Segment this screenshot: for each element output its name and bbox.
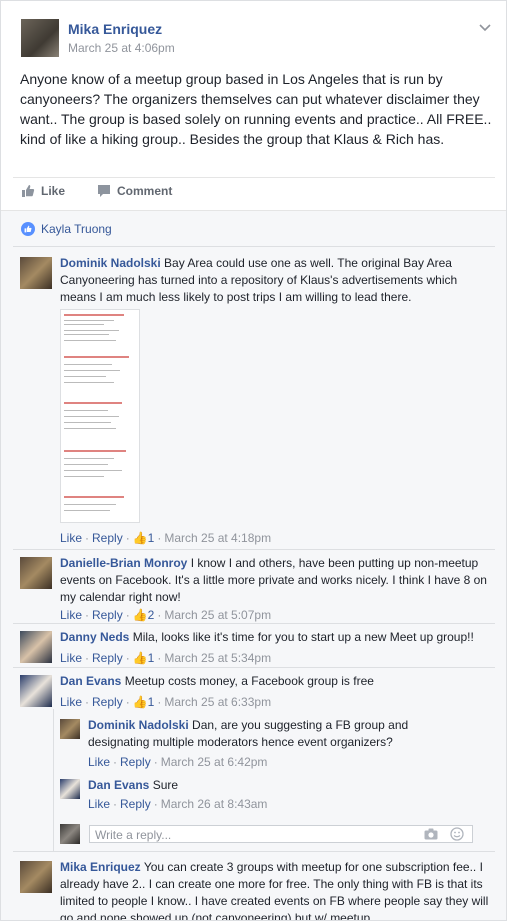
reply-body: Dan Evans Sure <box>88 777 448 794</box>
comment-meta: Like · Reply · 👍2 · March 25 at 5:07pm <box>60 608 272 622</box>
reply-reply-link[interactable]: Reply <box>120 755 151 769</box>
comment-timestamp[interactable]: March 25 at 6:33pm <box>164 695 271 709</box>
commenter-avatar[interactable] <box>20 631 52 663</box>
comment-body: Danielle-Brian Monroy I know I and other… <box>60 555 490 606</box>
comment-meta: Like · Reply · 👍1 · March 25 at 4:18pm <box>60 531 272 545</box>
comment-body: Danny Neds Mila, looks like it's time fo… <box>60 629 490 646</box>
thumbs-up-icon: 👍 <box>132 651 148 665</box>
divider <box>13 549 495 550</box>
comment-like-link[interactable]: Like <box>60 608 82 622</box>
comment-item: Dominik Nadolski Bay Area could use one … <box>20 255 490 547</box>
comment-item: Dan Evans Meetup costs money, a Facebook… <box>20 673 490 715</box>
post-text: Anyone know of a meetup group based in L… <box>20 71 492 147</box>
comments-section: Kayla Truong Dominik Nadolski Bay Area c… <box>1 210 506 920</box>
comment-author[interactable]: Danny Neds <box>60 630 129 644</box>
reply-item: Dominik Nadolski Dan, are you suggesting… <box>60 717 506 775</box>
comment-like-count[interactable]: 👍1 <box>133 651 155 665</box>
liker-name[interactable]: Kayla Truong <box>41 222 112 236</box>
thumbs-up-icon: 👍 <box>132 695 148 709</box>
comment-bubble-icon <box>97 184 111 198</box>
comment-like-link[interactable]: Like <box>60 531 82 545</box>
reply-meta: Like · Reply · March 25 at 6:42pm <box>88 755 268 769</box>
comment-author[interactable]: Danielle-Brian Monroy <box>60 556 187 570</box>
commenter-avatar[interactable] <box>20 257 52 289</box>
comment-like-count[interactable]: 👍1 <box>133 531 155 545</box>
comment-item: Danielle-Brian Monroy I know I and other… <box>20 555 490 623</box>
post-card: Mika Enriquez March 25 at 4:06pm Anyone … <box>0 0 507 921</box>
comment-reply-link[interactable]: Reply <box>92 695 123 709</box>
replier-avatar[interactable] <box>60 779 80 799</box>
likes-summary[interactable]: Kayla Truong <box>21 222 112 236</box>
comment-text: Meetup costs money, a Facebook group is … <box>124 674 374 688</box>
reply-body: Dominik Nadolski Dan, are you suggesting… <box>88 717 448 751</box>
reply-text: Sure <box>152 778 179 792</box>
comment-body: Dominik Nadolski Bay Area could use one … <box>60 255 490 306</box>
thumbs-up-icon: 👍 <box>132 531 148 545</box>
post-timestamp[interactable]: March 25 at 4:06pm <box>68 41 175 55</box>
comment-like-count[interactable]: 👍2 <box>133 608 155 622</box>
reply-like-link[interactable]: Like <box>88 755 110 769</box>
current-user-avatar <box>60 824 80 844</box>
comment-like-count[interactable]: 👍1 <box>133 695 155 709</box>
post-header: Mika Enriquez March 25 at 4:06pm <box>21 19 491 59</box>
divider <box>13 623 495 624</box>
reply-author[interactable]: Dominik Nadolski <box>88 718 189 732</box>
divider <box>13 177 495 178</box>
reply-input[interactable]: Write a reply... <box>89 825 473 843</box>
comment-like-link[interactable]: Like <box>60 695 82 709</box>
comment-reply-link[interactable]: Reply <box>92 608 123 622</box>
comment-author[interactable]: Dan Evans <box>60 674 121 688</box>
commenter-avatar[interactable] <box>20 675 52 707</box>
comment-timestamp[interactable]: March 25 at 5:07pm <box>164 608 271 622</box>
reply-author[interactable]: Dan Evans <box>88 778 149 792</box>
thumbs-up-icon: 👍 <box>132 608 148 622</box>
comment-body: Mika Enriquez You can create 3 groups wi… <box>60 859 490 920</box>
like-button[interactable]: Like <box>21 184 65 198</box>
comment-author[interactable]: Mika Enriquez <box>60 860 141 874</box>
thumbs-up-icon <box>21 184 35 198</box>
comment-like-link[interactable]: Like <box>60 651 82 665</box>
reply-like-link[interactable]: Like <box>88 797 110 811</box>
commenter-avatar[interactable] <box>20 861 52 893</box>
comment-reply-link[interactable]: Reply <box>92 651 123 665</box>
comment-item: Mika Enriquez You can create 3 groups wi… <box>20 859 490 920</box>
emoji-icon[interactable] <box>450 827 464 846</box>
reply-item: Dan Evans Sure Like · Reply · March 26 at 8:… <box>60 777 506 819</box>
like-label: Like <box>41 184 66 198</box>
camera-icon[interactable] <box>424 827 438 846</box>
comment-author[interactable]: Dominik Nadolski <box>60 256 161 270</box>
comment-meta: Like · Reply · 👍1 · March 25 at 6:33pm <box>60 695 272 709</box>
reply-placeholder: Write a reply... <box>95 828 172 842</box>
like-badge-icon <box>21 222 35 236</box>
divider <box>13 851 495 852</box>
comment-button[interactable]: Comment <box>97 184 172 198</box>
reply-meta: Like · Reply · March 26 at 8:43am <box>88 797 268 811</box>
divider <box>13 246 495 247</box>
attached-screenshot[interactable] <box>60 309 140 523</box>
divider <box>13 667 495 668</box>
comment-timestamp[interactable]: March 25 at 4:18pm <box>164 531 271 545</box>
comment-reply-link[interactable]: Reply <box>92 531 123 545</box>
comment-item: Danny Neds Mila, looks like it's time fo… <box>20 629 490 671</box>
reply-timestamp[interactable]: March 25 at 6:42pm <box>161 755 268 769</box>
comment-meta: Like · Reply · 👍1 · March 25 at 5:34pm <box>60 651 272 665</box>
reply-reply-link[interactable]: Reply <box>120 797 151 811</box>
commenter-avatar[interactable] <box>20 557 52 589</box>
reply-timestamp[interactable]: March 26 at 8:43am <box>161 797 268 811</box>
author-avatar[interactable] <box>21 19 59 57</box>
comment-text: Mila, looks like it's time for you to st… <box>132 630 474 644</box>
replier-avatar[interactable] <box>60 719 80 739</box>
comment-label: Comment <box>117 184 173 198</box>
chevron-down-icon[interactable] <box>479 19 491 35</box>
comment-timestamp[interactable]: March 25 at 5:34pm <box>164 651 271 665</box>
comment-body: Dan Evans Meetup costs money, a Facebook… <box>60 673 490 690</box>
post-author[interactable]: Mika Enriquez <box>68 21 162 37</box>
reply-thread-line <box>53 709 54 851</box>
